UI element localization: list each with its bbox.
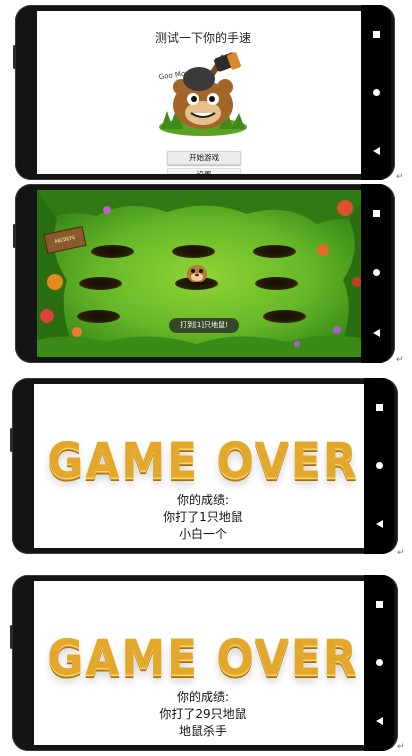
nav-bar xyxy=(364,378,394,554)
pilcrow-icon: ↵ xyxy=(397,548,405,558)
mole-hole[interactable] xyxy=(253,245,296,258)
pilcrow-icon: ↵ xyxy=(397,742,405,752)
game-screen[interactable]: ABCDEFG 打到[1]只地鼠! xyxy=(37,190,369,357)
start-game-button[interactable]: 开始游戏 xyxy=(167,151,241,165)
score-line: 你打了1只地鼠 xyxy=(163,510,243,524)
mole-character[interactable] xyxy=(185,262,209,282)
volume-button xyxy=(10,428,13,452)
mole-hole[interactable] xyxy=(79,277,122,290)
nav-home-icon[interactable] xyxy=(375,461,383,469)
phone-frame-game: ABCDEFG 打到[1]只地鼠! xyxy=(13,184,395,363)
mole-hole[interactable] xyxy=(77,310,120,323)
pilcrow-icon: ↵ xyxy=(396,172,404,182)
phone-frame-result-1: GAME OVER 你的成绩: 你打了1只地鼠 小白一个 xyxy=(10,378,398,554)
mole-hole[interactable] xyxy=(263,310,306,323)
game-over-banner: GAME OVER xyxy=(34,432,372,491)
result-screen-2: GAME OVER 你的成绩: 你打了29只地鼠 地鼠杀手 xyxy=(34,581,372,745)
nav-back-icon[interactable] xyxy=(375,520,383,529)
nav-recent-icon[interactable] xyxy=(375,600,383,608)
nav-bar xyxy=(364,575,394,751)
score-line: 你打了29只地鼠 xyxy=(159,707,247,721)
rank-text: 地鼠杀手 xyxy=(178,724,227,738)
nav-home-icon[interactable] xyxy=(372,88,380,96)
mole-hole[interactable] xyxy=(255,277,298,290)
result-screen-1: GAME OVER 你的成绩: 你打了1只地鼠 小白一个 xyxy=(34,384,372,548)
mole-hammer-illustration: Goo Mouse xyxy=(158,52,247,136)
nav-recent-icon[interactable] xyxy=(372,30,380,38)
game-over-banner: GAME OVER xyxy=(34,629,372,688)
phone-frame-result-2: GAME OVER 你的成绩: 你打了29只地鼠 地鼠杀手 xyxy=(10,575,398,751)
nav-home-icon[interactable] xyxy=(372,269,380,277)
mole-hole[interactable] xyxy=(172,245,215,258)
rank-text: 小白一个 xyxy=(178,527,227,541)
nav-bar xyxy=(361,5,391,180)
game-over-text: GAME OVER xyxy=(47,629,359,688)
menu-title: 测试一下你的手速 xyxy=(154,31,251,45)
phone-frame-menu: 测试一下你的手速 Goo Mouse 开始游戏 设置 xyxy=(13,5,395,180)
volume-button xyxy=(13,224,16,248)
score-label: 你的成绩: xyxy=(176,493,230,507)
nav-recent-icon[interactable] xyxy=(372,210,380,218)
game-over-text: GAME OVER xyxy=(47,432,359,491)
nav-bar xyxy=(361,184,391,363)
hit-toast: 打到[1]只地鼠! xyxy=(169,318,239,333)
volume-button xyxy=(10,625,13,649)
nav-back-icon[interactable] xyxy=(375,717,383,726)
menu-screen: 测试一下你的手速 Goo Mouse 开始游戏 设置 xyxy=(37,11,369,174)
score-label: 你的成绩: xyxy=(176,690,230,704)
pilcrow-icon: ↵ xyxy=(396,355,404,365)
nav-home-icon[interactable] xyxy=(375,658,383,666)
settings-button[interactable]: 设置 xyxy=(167,168,241,174)
nav-back-icon[interactable] xyxy=(372,146,380,155)
nav-back-icon[interactable] xyxy=(372,328,380,337)
nav-recent-icon[interactable] xyxy=(375,403,383,411)
volume-button xyxy=(13,45,16,69)
mole-hole[interactable] xyxy=(91,245,134,258)
